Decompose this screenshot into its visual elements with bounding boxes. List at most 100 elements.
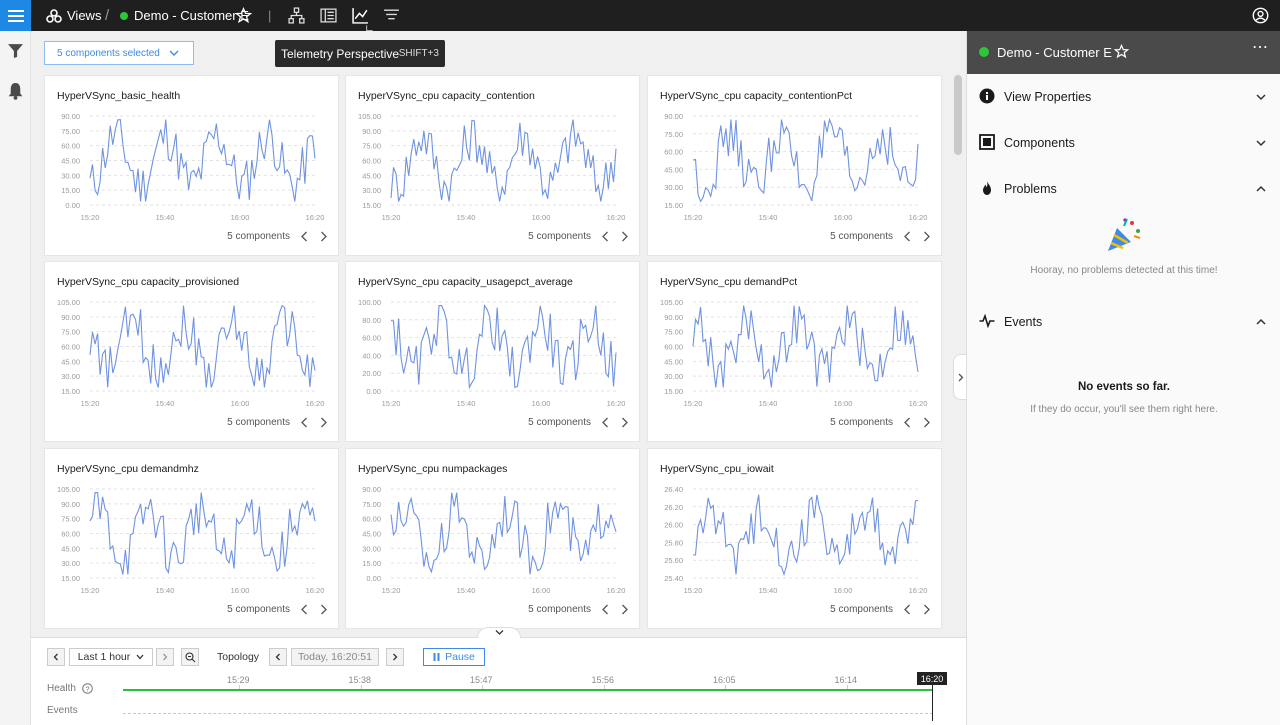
y-tick-label: 90.00 [61, 313, 80, 322]
telemetry-chart-card[interactable]: HyperVSync_cpu capacity_usagepct_average… [345, 261, 640, 442]
y-tick-label: 60.00 [61, 530, 80, 539]
chevron-right-icon[interactable] [620, 604, 629, 615]
timeline-next-button[interactable] [156, 648, 174, 666]
chevron-left-icon[interactable] [300, 231, 309, 242]
chevron-right-icon [393, 653, 398, 661]
timeline-tick-label: 16:05 [713, 675, 736, 685]
y-tick-label: 26.00 [664, 521, 683, 530]
timeline-tick-label: 15:56 [591, 675, 615, 685]
telemetry-chart-card[interactable]: HyperVSync_cpu capacity_contentionPct 90.… [647, 75, 942, 256]
more-options-icon[interactable]: ⋯ [1252, 37, 1269, 57]
views-link[interactable]: Views [46, 0, 101, 31]
events-row-label: Events [47, 705, 78, 716]
menu-icon[interactable] [0, 0, 31, 31]
chevron-left-icon[interactable] [903, 604, 912, 615]
chevron-left-icon[interactable] [601, 417, 610, 428]
chevron-left-icon[interactable] [903, 231, 912, 242]
problems-empty-message: Hooray, no problems detected at this tim… [1030, 265, 1218, 276]
chart-footer: 5 components [528, 604, 629, 615]
star-icon[interactable] [235, 7, 252, 24]
perspective-tooltip: Telemetry Perspective SHIFT+3 [275, 40, 445, 67]
chevron-left-icon[interactable] [601, 231, 610, 242]
chevron-right-icon[interactable] [922, 604, 931, 615]
user-account-icon[interactable] [1252, 7, 1269, 24]
chevron-right-icon[interactable] [620, 417, 629, 428]
component-count: 5 components [528, 604, 591, 615]
filter-icon[interactable] [7, 42, 24, 59]
chevron-left-icon[interactable] [601, 604, 610, 615]
x-tick-label: 16:20 [607, 586, 626, 595]
views-label: Views [67, 8, 102, 23]
section-problems[interactable]: Problems [967, 174, 1280, 204]
chart-footer: 5 components [227, 604, 328, 615]
chevron-right-icon[interactable] [922, 231, 931, 242]
y-tick-label: 45.00 [362, 171, 381, 180]
chevron-left-icon[interactable] [903, 417, 912, 428]
timestamp-field[interactable]: Today, 16:20:51 [291, 648, 379, 666]
telemetry-chart-card[interactable]: HyperVSync_cpu capacity_provisioned 105.0… [44, 261, 339, 442]
y-tick-label: 26.20 [664, 503, 683, 512]
help-icon[interactable]: ? [82, 683, 93, 694]
x-tick-label: 15:40 [156, 213, 175, 222]
events-timeline[interactable] [123, 713, 933, 714]
section-view-properties[interactable]: View Properties [967, 82, 1280, 112]
star-icon[interactable] [1114, 44, 1129, 59]
view-name: Demo - Customer E [134, 8, 249, 23]
health-timeline[interactable] [123, 689, 933, 691]
topology-perspective-icon[interactable] [288, 7, 305, 24]
chevron-left-icon [275, 653, 280, 661]
y-tick-label: 30.00 [362, 544, 381, 553]
telemetry-chart-card[interactable]: HyperVSync_basic_health 90.00 75.00 60.00 45… [44, 75, 339, 256]
timeline-prev-button[interactable] [47, 648, 65, 666]
state-perspective-icon[interactable] [320, 7, 337, 24]
chevron-left-icon[interactable] [300, 417, 309, 428]
collapse-timeline-button[interactable] [477, 627, 521, 638]
health-row-label: Health [47, 683, 76, 694]
telemetry-perspective-icon[interactable] [352, 7, 369, 24]
y-tick-label: 45.00 [664, 165, 683, 174]
y-tick-label: 75.00 [362, 500, 381, 509]
telemetry-chart-card[interactable]: HyperVSync_cpu_iowait 26.40 26.20 26.00 25.8… [647, 448, 942, 629]
section-components[interactable]: Components [967, 128, 1280, 158]
x-tick-label: 15:40 [457, 399, 476, 408]
notifications-icon[interactable] [7, 82, 24, 100]
chevron-right-icon[interactable] [620, 231, 629, 242]
view-name-breadcrumb[interactable]: Demo - Customer E [120, 0, 249, 31]
scrollbar-thumb[interactable] [954, 75, 962, 155]
component-icon [979, 134, 995, 150]
chevron-left-icon[interactable] [300, 604, 309, 615]
y-tick-label: 30.00 [61, 372, 80, 381]
line-chart: 105.00 90.00 75.00 60.00 45.00 30.00 15.0015:2… [660, 298, 928, 408]
x-tick-label: 16:20 [909, 399, 928, 408]
component-count: 5 components [227, 417, 290, 428]
flame-icon [983, 181, 991, 195]
collapse-panel-button[interactable] [953, 354, 966, 400]
telemetry-chart-card[interactable]: HyperVSync_cpu numpackages 90.00 75.00 60.0… [345, 448, 640, 629]
chart-footer: 5 components [830, 417, 931, 428]
chevron-right-icon[interactable] [319, 417, 328, 428]
chevron-right-icon[interactable] [319, 231, 328, 242]
time-range-dropdown[interactable]: Last 1 hour [69, 648, 153, 666]
zoom-out-button[interactable] [181, 648, 199, 666]
telemetry-chart-card[interactable]: HyperVSync_cpu demandmhz 105.00 90.00 75.00… [44, 448, 339, 629]
x-tick-label: 15:20 [382, 213, 401, 222]
y-tick-label: 30.00 [362, 186, 381, 195]
step-back-button[interactable] [269, 648, 287, 666]
telemetry-chart-card[interactable]: HyperVSync_cpu capacity_contention 105.00… [345, 75, 640, 256]
component-selector[interactable]: 5 components selected [44, 41, 194, 65]
chart-title: HyperVSync_cpu capacity_contention [358, 90, 535, 102]
pause-button[interactable]: Pause [423, 648, 485, 666]
y-tick-label: 90.00 [664, 313, 683, 322]
chevron-right-icon[interactable] [319, 604, 328, 615]
events-perspective-icon[interactable] [383, 7, 400, 24]
now-marker-label[interactable]: 16:20 [917, 672, 947, 685]
toolbar-divider: | [268, 8, 272, 23]
step-forward-button[interactable] [386, 648, 404, 666]
timeline-bar: Last 1 hour Topology Today, 16:20:51 Pau… [31, 627, 966, 725]
section-events[interactable]: Events [967, 307, 1280, 337]
left-rail [0, 31, 31, 725]
telemetry-chart-card[interactable]: HyperVSync_cpu demandPct 105.00 90.00 75.00… [647, 261, 942, 442]
timeline-tick-label: 15:47 [470, 675, 493, 685]
section-label: Problems [1004, 182, 1057, 196]
chevron-right-icon[interactable] [922, 417, 931, 428]
